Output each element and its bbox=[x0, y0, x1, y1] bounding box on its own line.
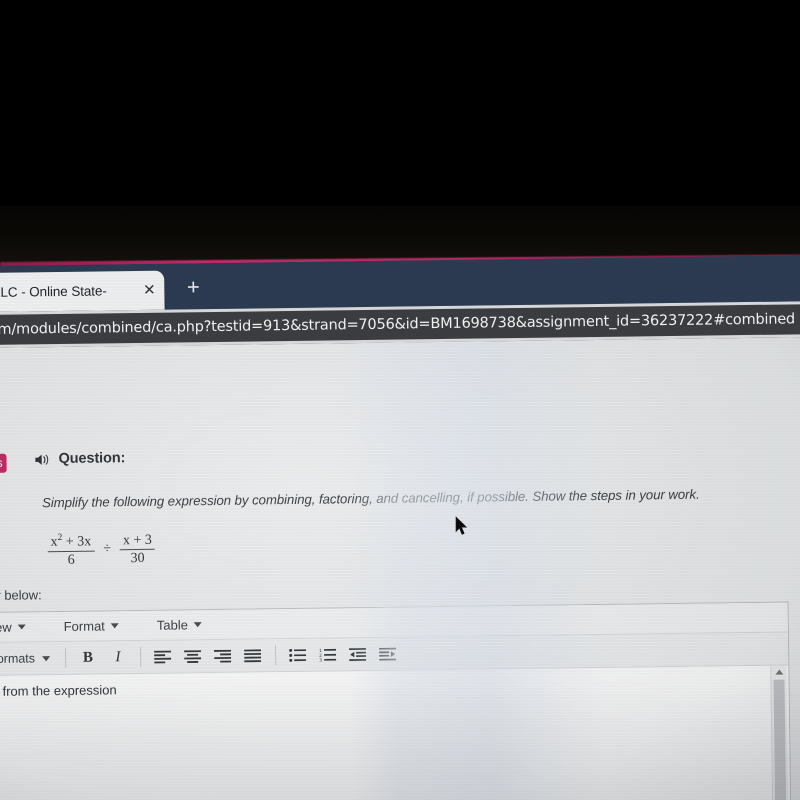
scrollbar-thumb[interactable] bbox=[773, 679, 787, 800]
answer-label: nswer below: bbox=[0, 587, 42, 603]
photographed-screen: p, LLC - Online State- ✕ + om/modules/co… bbox=[0, 0, 800, 800]
question-text: Simplify the following expression by com… bbox=[42, 486, 700, 511]
toolbar-divider bbox=[139, 646, 142, 667]
menu-item-view-label: View bbox=[0, 619, 12, 636]
menu-item-format[interactable]: Format bbox=[64, 618, 135, 634]
formats-dropdown[interactable]: Formats bbox=[0, 651, 58, 666]
close-icon[interactable]: ✕ bbox=[140, 281, 158, 299]
rich-text-editor: View Format Table Formats B I 1 2 3 from… bbox=[0, 601, 792, 800]
fraction-left-numerator: x2 + 3x bbox=[50, 532, 92, 550]
svg-text:3: 3 bbox=[319, 657, 322, 661]
numbered-list-icon[interactable]: 1 2 3 bbox=[315, 642, 341, 666]
notes-badge[interactable]: es bbox=[0, 453, 7, 474]
bullet-list-icon[interactable] bbox=[285, 643, 311, 667]
page-content: es Question: Simplify the following expr… bbox=[0, 337, 800, 800]
menu-item-table-label: Table bbox=[156, 617, 189, 633]
editor-scrollbar[interactable] bbox=[770, 665, 789, 800]
fraction-left: x2 + 3x 6 bbox=[47, 532, 95, 568]
align-center-icon[interactable] bbox=[180, 644, 206, 668]
question-header: Question: bbox=[34, 450, 125, 467]
editor-content-area[interactable]: out X from the expression bbox=[0, 665, 791, 800]
indent-icon[interactable] bbox=[375, 642, 401, 666]
tab-title: p, LLC - Online State- bbox=[0, 283, 107, 300]
chevron-down-icon bbox=[41, 655, 51, 661]
browser-tab-active[interactable]: p, LLC - Online State- ✕ bbox=[0, 270, 165, 313]
question-label: Question: bbox=[58, 450, 126, 468]
browser-window: p, LLC - Online State- ✕ + om/modules/co… bbox=[0, 255, 800, 800]
dark-background-top bbox=[0, 0, 800, 206]
outdent-icon[interactable] bbox=[345, 642, 371, 666]
dark-background-lower bbox=[0, 206, 800, 262]
fraction-right-denominator: 30 bbox=[130, 550, 145, 567]
menu-item-format-label: Format bbox=[63, 618, 105, 634]
formats-label: Formats bbox=[0, 651, 36, 666]
chevron-down-icon bbox=[17, 624, 26, 630]
chevron-down-icon bbox=[110, 623, 119, 629]
speaker-icon[interactable] bbox=[34, 452, 51, 467]
align-right-icon[interactable] bbox=[210, 644, 236, 668]
editor-content-text: out X from the expression bbox=[0, 682, 117, 699]
fraction-right-numerator: x + 3 bbox=[122, 532, 152, 549]
toolbar-divider bbox=[274, 645, 277, 666]
chevron-down-icon bbox=[193, 622, 202, 628]
toolbar-divider bbox=[64, 647, 67, 668]
fraction-right: x + 3 30 bbox=[120, 533, 155, 567]
new-tab-icon[interactable]: + bbox=[180, 274, 206, 300]
italic-button[interactable]: I bbox=[105, 645, 131, 669]
fraction-left-denominator: 6 bbox=[67, 552, 75, 568]
align-left-icon[interactable] bbox=[150, 645, 176, 669]
menu-item-table[interactable]: Table bbox=[157, 617, 218, 633]
align-justify-icon[interactable] bbox=[240, 643, 266, 667]
division-operator: ÷ bbox=[103, 541, 112, 557]
scroll-up-arrow-icon[interactable] bbox=[774, 669, 783, 675]
menu-item-view[interactable]: View bbox=[0, 619, 42, 635]
url-text: om/modules/combined/ca.php?testid=913&st… bbox=[0, 311, 796, 338]
bold-button[interactable]: B bbox=[75, 646, 101, 670]
math-expression: x2 + 3x 6 ÷ x + 3 30 bbox=[47, 532, 156, 568]
